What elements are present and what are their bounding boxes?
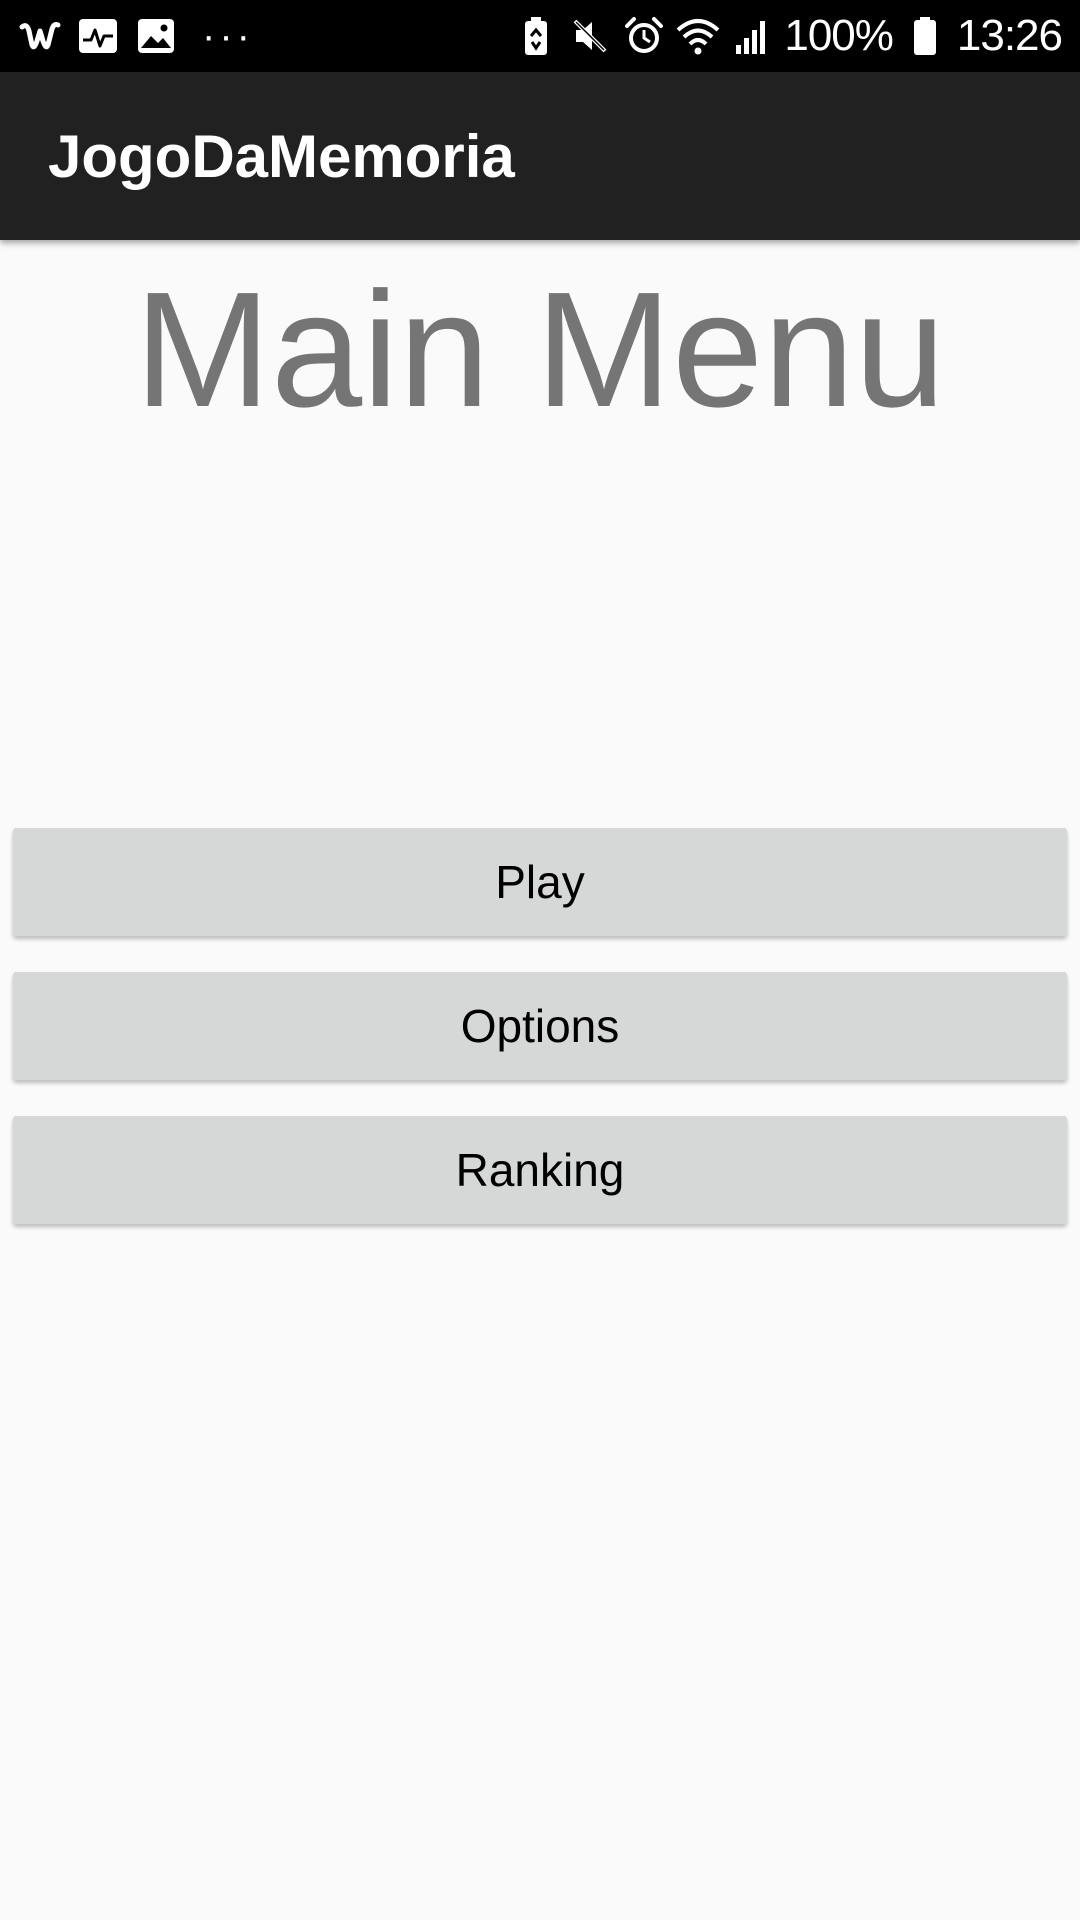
- status-bar: ··· 100% 13:26: [0, 0, 1080, 72]
- page-title: Main Menu: [134, 258, 946, 441]
- battery-percent: 100%: [784, 11, 894, 60]
- more-notifications-icon: ···: [202, 14, 254, 58]
- wish-icon: [18, 14, 62, 58]
- app-title: JogoDaMemoria: [48, 122, 515, 190]
- options-button[interactable]: Options: [13, 972, 1067, 1080]
- signal-icon: [730, 14, 774, 58]
- screen: ··· 100% 13:26 JogoDaMemoria Main Menu P…: [0, 0, 1080, 1920]
- ranking-button[interactable]: Ranking: [13, 1116, 1067, 1224]
- status-time: 13:26: [956, 11, 1063, 60]
- wifi-icon: [676, 14, 720, 58]
- health-icon: [76, 14, 120, 58]
- status-bar-notifications: ···: [18, 0, 254, 72]
- battery-saver-icon: [514, 14, 558, 58]
- gallery-icon: [134, 14, 178, 58]
- status-bar-system: 100% 13:26: [514, 0, 1063, 72]
- app-bar: JogoDaMemoria: [0, 72, 1080, 240]
- mute-icon: [568, 14, 612, 58]
- alarm-icon: [622, 14, 666, 58]
- battery-icon: [903, 14, 947, 58]
- play-button[interactable]: Play: [13, 828, 1067, 936]
